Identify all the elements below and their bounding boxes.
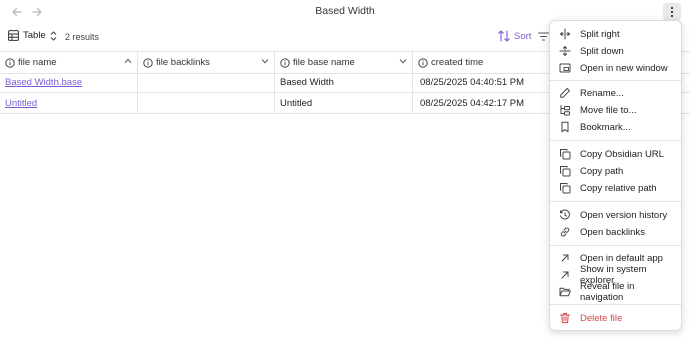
cell-file-backlinks[interactable] [138,93,275,113]
more-vertical-icon [670,6,674,18]
chevron-down-icon[interactable] [261,58,269,64]
more-options-button[interactable] [663,3,681,21]
menu-item-label: Delete file [580,312,623,324]
arrow-up-right-icon [559,269,571,281]
split-right-icon [559,28,571,40]
view-label: Table [23,30,46,41]
info-icon [280,57,290,68]
info-icon [418,57,428,68]
menu-item-label: Split right [580,28,620,40]
chevron-up-icon[interactable] [124,58,132,64]
menu-item-label: Rename... [580,87,624,99]
menu-item-label: Open version history [580,209,668,221]
filter-icon[interactable] [538,32,549,41]
trash-icon [559,312,571,324]
menu-item-reveal-in-navigation[interactable]: Reveal file in navigation [554,281,678,303]
column-label: file name [18,57,57,68]
cell-file-backlinks[interactable] [138,72,275,92]
menu-item-label: Open in default app [580,252,663,264]
results-count: 2 results [65,32,100,42]
menu-item-label: Copy path [580,165,624,177]
column-label: file base name [293,57,355,68]
menu-item-copy-path[interactable]: Copy path [554,163,678,179]
cell-file-name: Untitled [0,93,138,113]
info-icon [143,57,153,68]
menu-item-label: Split down [580,45,624,57]
file-link[interactable]: Untitled [5,98,37,109]
info-icon [5,57,15,68]
menu-divider [550,304,681,305]
file-link[interactable]: Based Width.base [5,77,82,88]
menu-item-open-version-history[interactable]: Open version history [554,207,678,223]
copy-icon [559,182,571,194]
column-header-file-name[interactable]: file name [0,52,138,73]
sort-label: Sort [514,30,532,42]
menu-item-split-right[interactable]: Split right [554,26,678,42]
column-header-created-time[interactable]: created time [413,52,550,73]
cell-created-time[interactable]: 08/25/2025 04:40:51 PM [413,72,550,92]
pencil-icon [559,87,571,99]
history-icon [559,209,571,221]
copy-icon [559,165,571,177]
new-window-icon [559,62,571,74]
folder-open-icon [559,286,571,298]
column-header-file-base-name[interactable]: file base name [275,52,413,73]
menu-item-open-backlinks[interactable]: Open backlinks [554,224,678,240]
menu-item-label: Reveal file in navigation [580,281,635,303]
sort-button[interactable]: Sort [498,30,531,42]
menu-item-copy-relative-path[interactable]: Copy relative path [554,180,678,196]
column-label: file backlinks [156,57,210,68]
menu-item-rename[interactable]: Rename... [554,85,678,101]
split-down-icon [559,45,571,57]
column-label: created time [431,57,484,68]
copy-icon [559,148,571,160]
chevron-down-icon[interactable] [399,58,407,64]
menu-divider [550,245,681,246]
menu-item-move-file[interactable]: Move file to... [554,102,678,118]
menu-item-bookmark[interactable]: Bookmark... [554,119,678,135]
more-options-menu: Split right Split down Open in new windo… [549,20,682,331]
menu-item-split-down[interactable]: Split down [554,43,678,59]
table-icon [8,30,19,41]
menu-item-open-new-window[interactable]: Open in new window [554,60,678,76]
column-header-file-backlinks[interactable]: file backlinks [138,52,275,73]
menu-divider [550,140,681,141]
menu-divider [550,80,681,81]
view-selector[interactable]: Table [8,30,57,41]
menu-item-label: Open backlinks [580,226,645,238]
cell-created-time[interactable]: 08/25/2025 04:42:17 PM [413,93,550,113]
arrow-up-right-icon [559,252,571,264]
menu-item-copy-obsidian-url[interactable]: Copy Obsidian URL [554,146,678,162]
menu-item-label: Bookmark... [580,121,631,133]
chevron-up-down-icon [50,30,57,41]
menu-item-label: Copy relative path [580,182,657,194]
menu-item-label: Copy Obsidian URL [580,148,664,160]
folder-tree-icon [559,104,571,116]
menu-item-delete-file[interactable]: Delete file [554,310,678,326]
cell-file-base-name[interactable]: Based Width [275,72,413,92]
bookmark-icon [559,121,571,133]
page-title: Based Width [315,5,375,17]
menu-item-label: Open in new window [580,62,668,74]
cell-file-base-name[interactable]: Untitled [275,93,413,113]
menu-divider [550,201,681,202]
links-icon [559,226,571,238]
sort-icon [498,30,511,42]
menu-item-label: Move file to... [580,104,637,116]
cell-file-name: Based Width.base [0,72,138,92]
